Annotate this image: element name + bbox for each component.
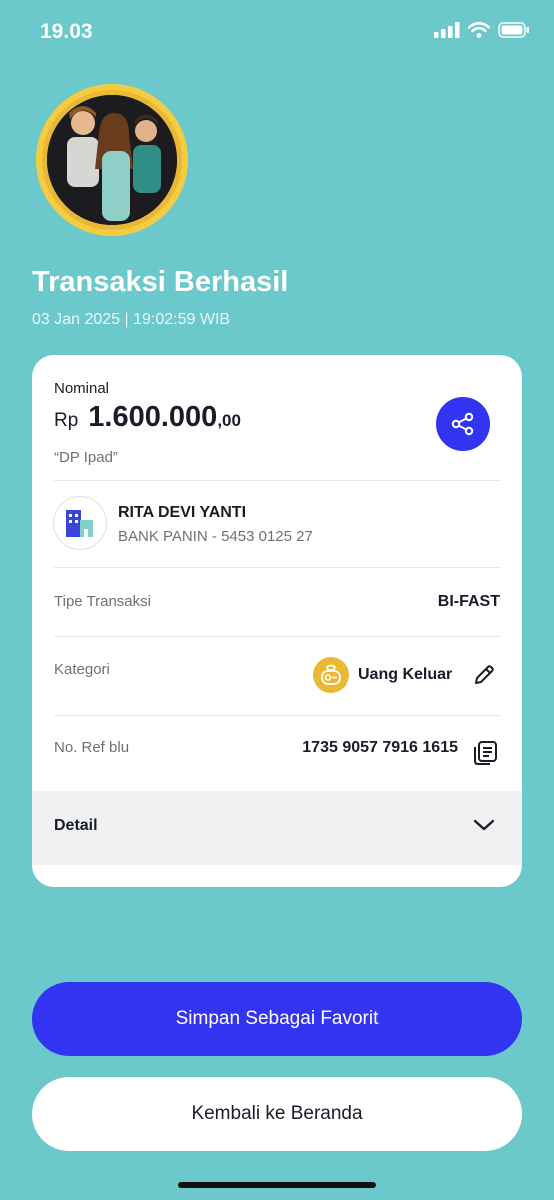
type-value: BI-FAST (437, 593, 500, 610)
pencil-icon (475, 665, 494, 684)
divider (54, 636, 500, 637)
detail-toggle[interactable]: Detail (32, 791, 522, 865)
save-favorite-button[interactable]: Simpan Sebagai Favorit (32, 982, 522, 1056)
copy-icon (474, 741, 497, 765)
category-icon (313, 657, 349, 693)
status-time: 19.03 (40, 20, 93, 43)
transaction-card: Nominal Rp 1.600.000 ,00 “DP Ipad” RITA … (32, 355, 522, 887)
wifi-icon (468, 22, 490, 38)
status-bar: 19.03 (0, 0, 554, 64)
divider (54, 480, 500, 481)
chevron-down-icon (473, 819, 495, 831)
detail-label: Detail (54, 817, 98, 834)
bank-logo (53, 496, 107, 550)
bank-building-icon (66, 510, 93, 537)
currency: Rp (54, 410, 79, 431)
copy-ref-button[interactable] (472, 740, 498, 771)
share-button[interactable] (436, 397, 490, 451)
nominal-label: Nominal (54, 380, 110, 397)
amount-value: 1.600.000 (88, 401, 218, 433)
page-title: Transaksi Berhasil (32, 266, 289, 298)
recipient-bank: BANK PANIN - 5453 0125 27 (118, 528, 313, 545)
amount: Rp 1.600.000 ,00 (54, 401, 241, 434)
edit-category-button[interactable] (472, 663, 496, 692)
amount-decimals: ,00 (217, 411, 241, 430)
share-icon (451, 412, 474, 436)
type-label: Tipe Transaksi (54, 593, 151, 610)
transaction-note: “DP Ipad” (54, 449, 118, 466)
divider (54, 715, 500, 716)
people-illustration-icon (47, 95, 177, 225)
divider (54, 567, 500, 568)
recipient-name: RITA DEVI YANTI (118, 504, 247, 521)
transaction-datetime: 03 Jan 2025 | 19:02:59 WIB (32, 311, 231, 328)
ref-label: No. Ref blu (54, 739, 130, 756)
money-out-icon (321, 664, 341, 685)
back-home-button[interactable]: Kembali ke Beranda (32, 1077, 522, 1151)
user-avatar (36, 84, 188, 236)
home-indicator (178, 1182, 376, 1188)
category-value: Uang Keluar (358, 666, 453, 683)
battery-icon (498, 22, 529, 38)
ref-value: 1735 9057 7916 1615 (302, 739, 458, 756)
signal-icon (434, 22, 460, 38)
category-label: Kategori (54, 661, 110, 678)
